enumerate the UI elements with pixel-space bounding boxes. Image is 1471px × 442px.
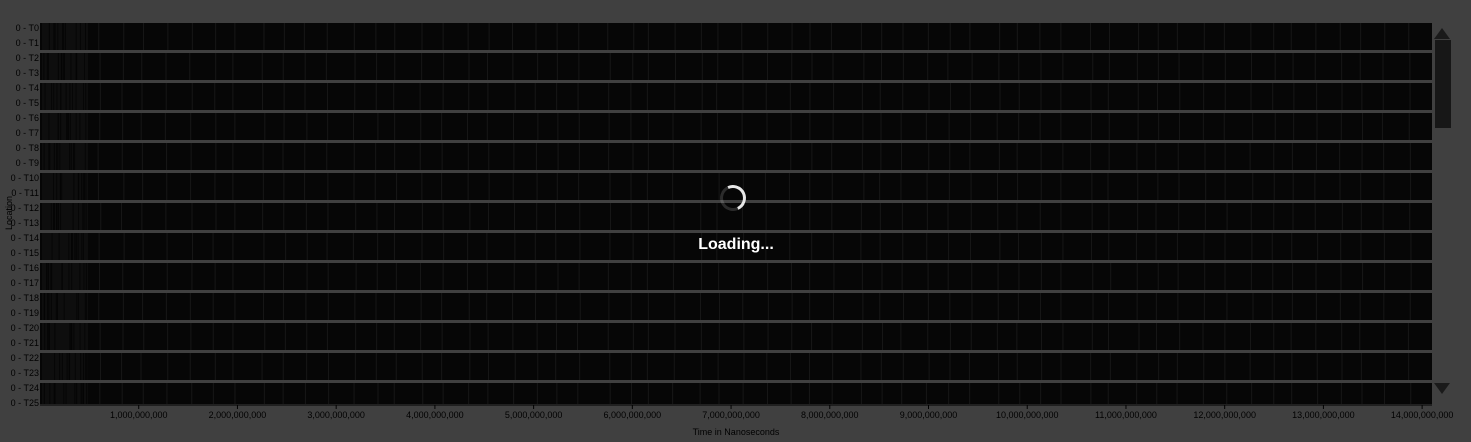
loading-overlay: Loading... bbox=[0, 0, 1471, 442]
loading-text: Loading... bbox=[698, 236, 774, 253]
spinner-icon bbox=[716, 181, 750, 215]
